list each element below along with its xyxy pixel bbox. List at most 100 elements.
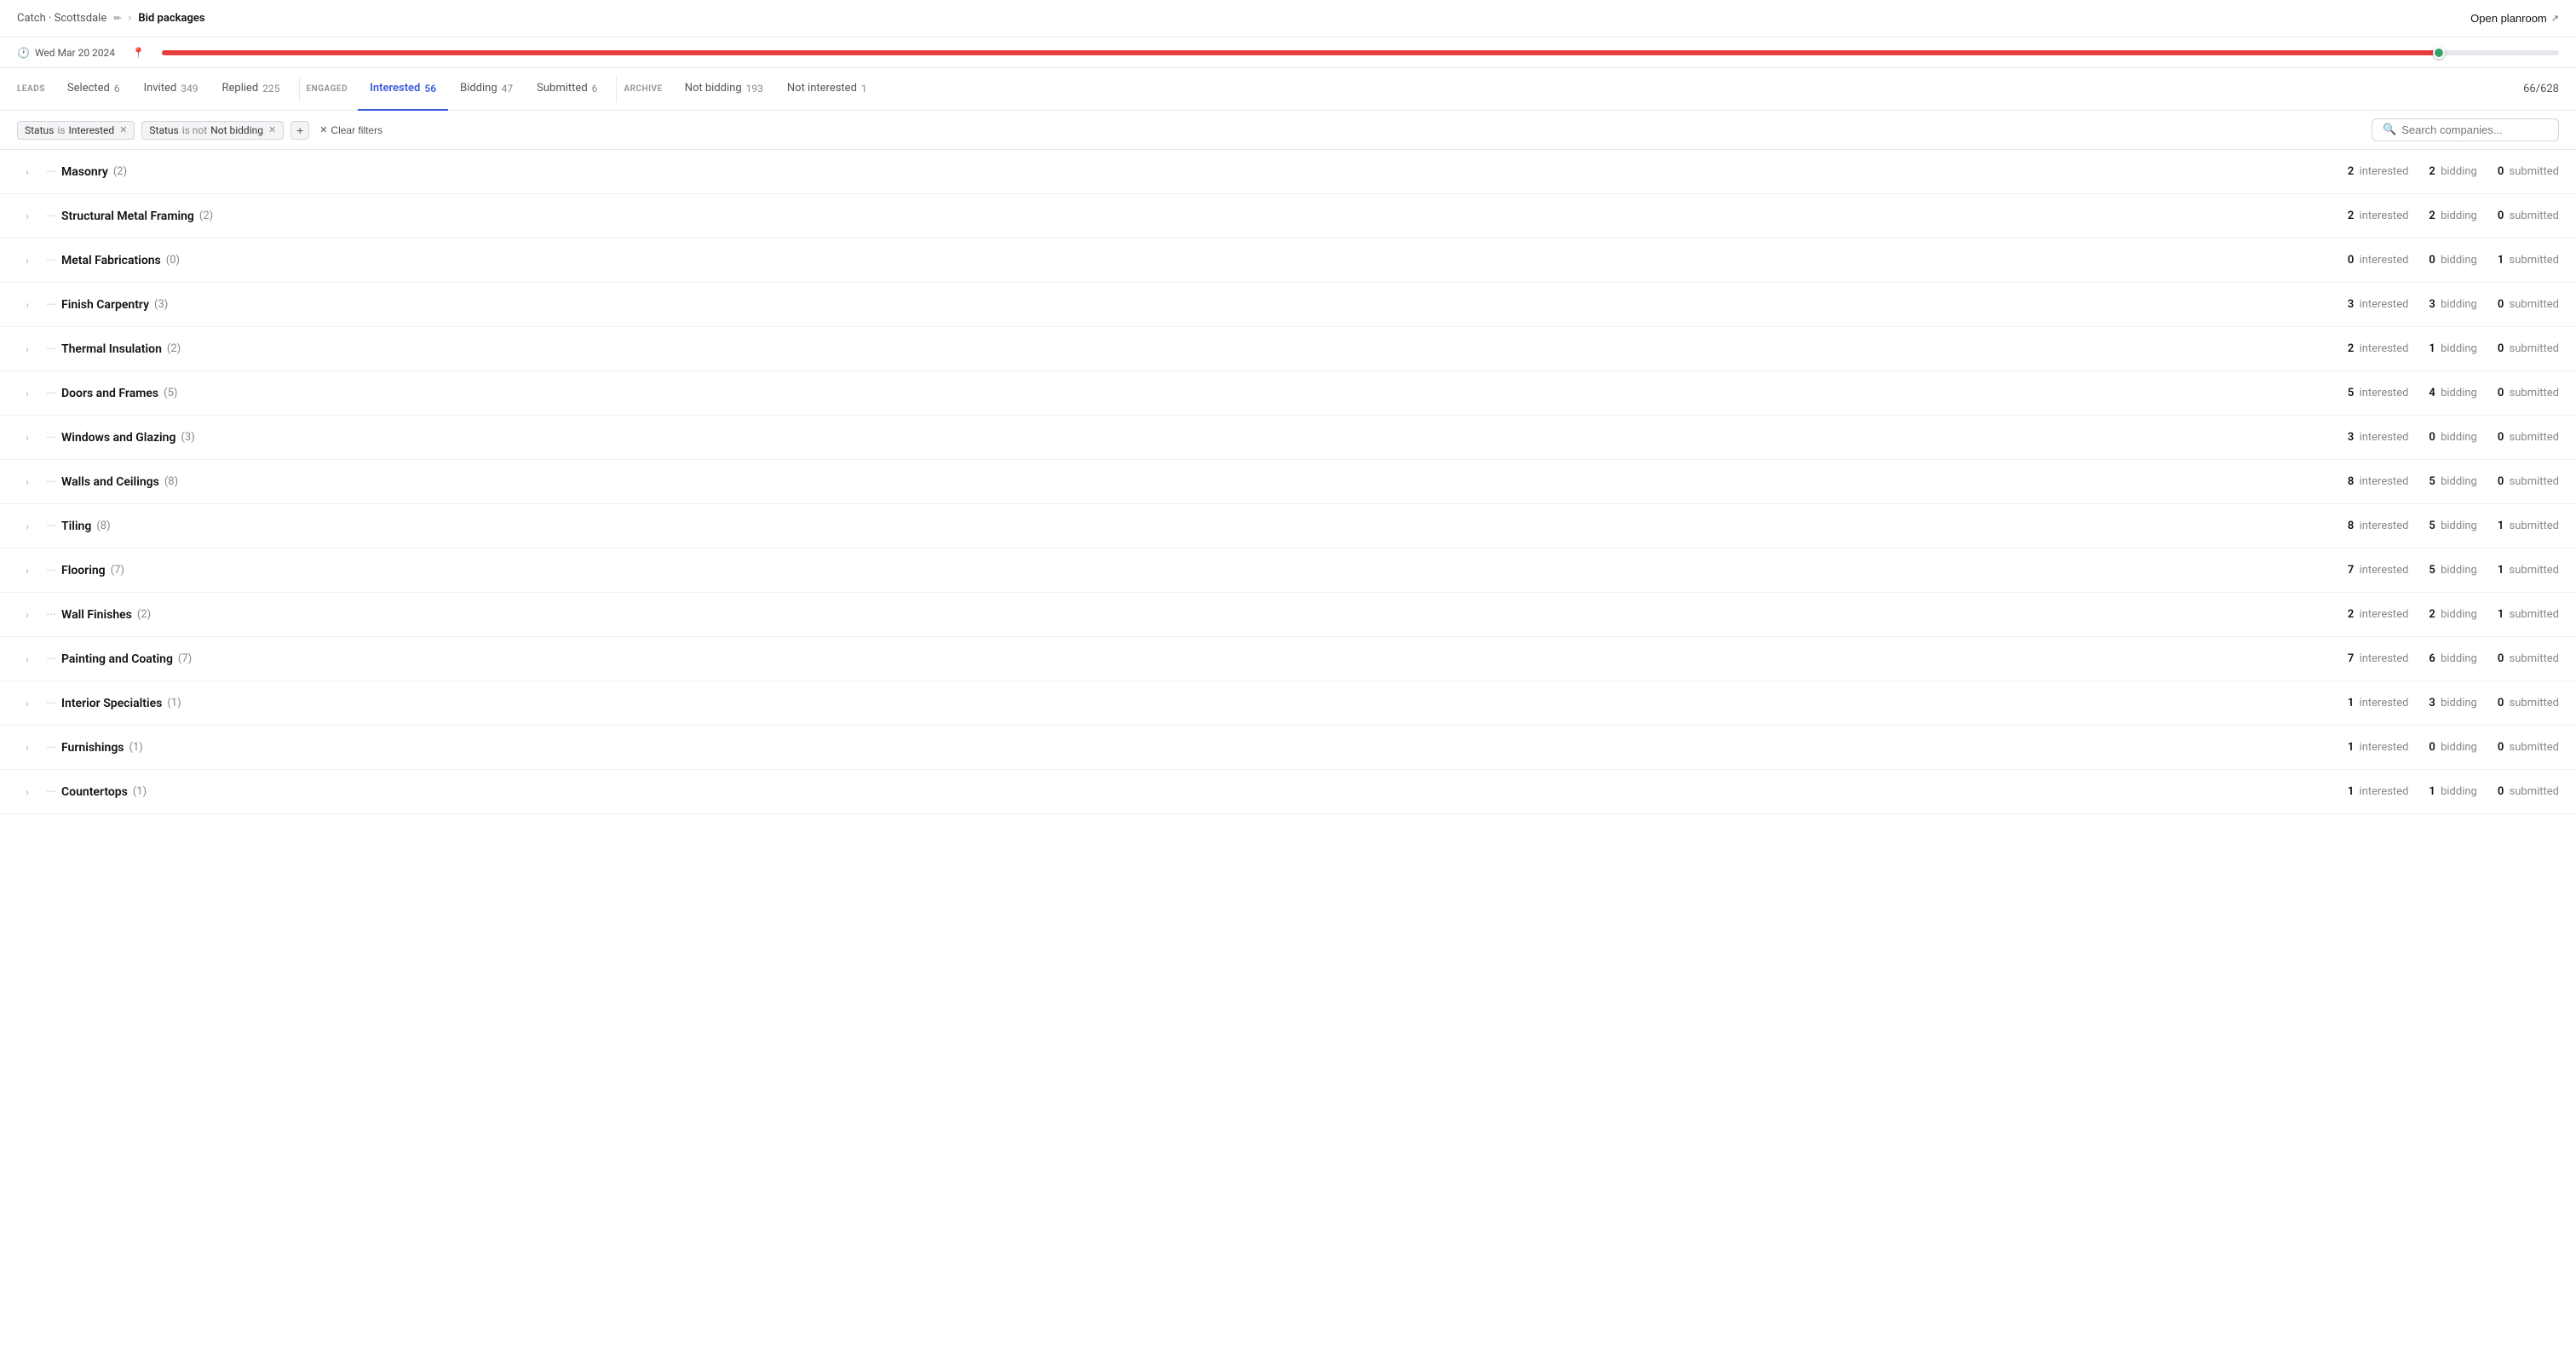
edit-icon[interactable]: ✏: [113, 13, 121, 24]
more-options-icon[interactable]: ···: [41, 342, 61, 356]
row-count: (0): [166, 254, 180, 267]
row-stats: 2 interested 2 bidding 0 submitted: [2348, 210, 2559, 222]
stat-interested: 7 interested: [2348, 564, 2409, 577]
row-name: Walls and Ceilings (8): [61, 475, 2348, 489]
stat-bidding: 4 bidding: [2429, 387, 2476, 399]
tab-badge: 47: [502, 83, 514, 95]
filter2-close[interactable]: ✕: [268, 124, 276, 135]
more-options-icon[interactable]: ···: [41, 387, 61, 400]
expand-icon[interactable]: ›: [17, 166, 37, 178]
table-row[interactable]: › ··· Thermal Insulation (2) 2 intereste…: [0, 327, 2576, 371]
breadcrumb-separator: ›: [128, 12, 131, 25]
expand-icon[interactable]: ›: [17, 432, 37, 444]
table-row[interactable]: › ··· Painting and Coating (7) 7 interes…: [0, 637, 2576, 681]
filter-chip-1: Status is Interested ✕: [17, 121, 135, 140]
filter2-label: Status: [149, 124, 178, 136]
stat-bidding: 2 bidding: [2429, 210, 2476, 222]
stat-interested: 2 interested: [2348, 342, 2409, 355]
tab-label: Not bidding: [685, 82, 742, 95]
table-row[interactable]: › ··· Flooring (7) 7 interested 5 biddin…: [0, 548, 2576, 593]
row-count: (7): [111, 564, 124, 577]
filter2-op: is not: [182, 124, 207, 136]
stat-submitted: 0 submitted: [2498, 741, 2559, 754]
more-options-icon[interactable]: ···: [41, 785, 61, 799]
stat-bidding: 2 bidding: [2429, 608, 2476, 621]
search-input[interactable]: [2401, 123, 2548, 136]
tab-replied[interactable]: Replied225: [210, 68, 292, 111]
expand-icon[interactable]: ›: [17, 255, 37, 267]
stat-submitted: 0 submitted: [2498, 652, 2559, 665]
table-row[interactable]: › ··· Metal Fabrications (0) 0 intereste…: [0, 238, 2576, 283]
expand-icon[interactable]: ›: [17, 786, 37, 798]
expand-icon[interactable]: ›: [17, 653, 37, 665]
expand-icon[interactable]: ›: [17, 520, 37, 532]
stat-interested: 8 interested: [2348, 520, 2409, 532]
expand-icon[interactable]: ›: [17, 698, 37, 709]
more-options-icon[interactable]: ···: [41, 475, 61, 489]
more-options-icon[interactable]: ···: [41, 564, 61, 577]
table-row[interactable]: › ··· Countertops (1) 1 interested 1 bid…: [0, 770, 2576, 814]
more-options-icon[interactable]: ···: [41, 298, 61, 312]
row-count: (2): [199, 210, 213, 222]
expand-icon[interactable]: ›: [17, 388, 37, 399]
expand-icon[interactable]: ›: [17, 742, 37, 754]
table-row[interactable]: › ··· Interior Specialties (1) 1 interes…: [0, 681, 2576, 726]
more-options-icon[interactable]: ···: [41, 254, 61, 267]
row-name: Finish Carpentry (3): [61, 298, 2348, 312]
table-row[interactable]: › ··· Tiling (8) 8 interested 5 bidding …: [0, 504, 2576, 548]
search-companies[interactable]: 🔍: [2372, 118, 2559, 141]
more-options-icon[interactable]: ···: [41, 520, 61, 533]
row-stats: 3 interested 0 bidding 0 submitted: [2348, 431, 2559, 444]
stat-interested: 2 interested: [2348, 210, 2409, 222]
more-options-icon[interactable]: ···: [41, 431, 61, 445]
archive-label: ARCHIVE: [624, 84, 662, 94]
more-options-icon[interactable]: ···: [41, 741, 61, 755]
stat-interested: 3 interested: [2348, 431, 2409, 444]
stat-submitted: 0 submitted: [2498, 298, 2559, 311]
table-row[interactable]: › ··· Masonry (2) 2 interested 2 bidding…: [0, 150, 2576, 194]
expand-icon[interactable]: ›: [17, 343, 37, 355]
progress-handle[interactable]: [2433, 47, 2445, 59]
expand-icon[interactable]: ›: [17, 609, 37, 621]
stat-submitted: 0 submitted: [2498, 697, 2559, 709]
more-options-icon[interactable]: ···: [41, 608, 61, 622]
tab-invited[interactable]: Invited349: [132, 68, 210, 111]
table-row[interactable]: › ··· Wall Finishes (2) 2 interested 2 b…: [0, 593, 2576, 637]
stat-submitted: 1 submitted: [2498, 608, 2559, 621]
row-stats: 1 interested 0 bidding 0 submitted: [2348, 741, 2559, 754]
table-row[interactable]: › ··· Furnishings (1) 1 interested 0 bid…: [0, 726, 2576, 770]
table-row[interactable]: › ··· Finish Carpentry (3) 3 interested …: [0, 283, 2576, 327]
open-planroom-button[interactable]: Open planroom ↗: [2470, 12, 2559, 25]
more-options-icon[interactable]: ···: [41, 165, 61, 179]
table-rows: › ··· Masonry (2) 2 interested 2 bidding…: [0, 150, 2576, 814]
expand-icon[interactable]: ›: [17, 565, 37, 577]
more-options-icon[interactable]: ···: [41, 652, 61, 666]
row-count: (2): [167, 342, 181, 355]
expand-icon[interactable]: ›: [17, 476, 37, 488]
filter1-close[interactable]: ✕: [119, 124, 127, 135]
filter1-op: is: [57, 124, 65, 136]
row-name: Metal Fabrications (0): [61, 254, 2348, 267]
tab-label: Bidding: [460, 82, 497, 95]
table-row[interactable]: › ··· Windows and Glazing (3) 3 interest…: [0, 416, 2576, 460]
clear-filters-button[interactable]: ✕ Clear filters: [319, 124, 382, 136]
more-options-icon[interactable]: ···: [41, 697, 61, 710]
row-name: Tiling (8): [61, 520, 2348, 533]
tab-not-bidding[interactable]: Not bidding193: [673, 68, 775, 111]
row-count: (2): [113, 165, 127, 178]
row-stats: 7 interested 6 bidding 0 submitted: [2348, 652, 2559, 665]
expand-icon[interactable]: ›: [17, 299, 37, 311]
progress-fill: [162, 50, 2439, 55]
more-options-icon[interactable]: ···: [41, 210, 61, 223]
tab-not-interested[interactable]: Not interested1: [775, 68, 879, 111]
tab-interested[interactable]: Interested56: [358, 68, 448, 111]
table-row[interactable]: › ··· Doors and Frames (5) 5 interested …: [0, 371, 2576, 416]
expand-icon[interactable]: ›: [17, 210, 37, 222]
tab-submitted[interactable]: Submitted6: [525, 68, 609, 111]
table-row[interactable]: › ··· Walls and Ceilings (8) 8 intereste…: [0, 460, 2576, 504]
tab-divider-1: [299, 77, 300, 102]
table-row[interactable]: › ··· Structural Metal Framing (2) 2 int…: [0, 194, 2576, 238]
tab-selected[interactable]: Selected6: [55, 68, 132, 111]
add-filter-button[interactable]: +: [290, 121, 309, 140]
tab-bidding[interactable]: Bidding 47: [448, 68, 525, 111]
